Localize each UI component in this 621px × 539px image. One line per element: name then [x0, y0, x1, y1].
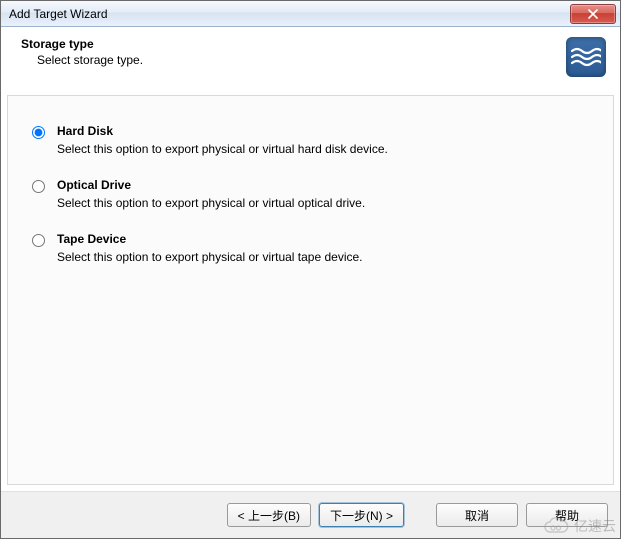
option-text: Tape Device Select this option to export…	[57, 232, 589, 264]
wizard-header: Storage type Select storage type.	[1, 27, 620, 89]
waves-icon	[571, 46, 601, 68]
header-subtitle: Select storage type.	[21, 53, 566, 67]
next-button[interactable]: 下一步(N) >	[319, 503, 404, 527]
option-optical-drive[interactable]: Optical Drive Select this option to expo…	[32, 178, 589, 210]
button-row: < 上一步(B) 下一步(N) > 取消 帮助	[1, 491, 620, 538]
option-title: Optical Drive	[57, 178, 589, 192]
product-logo	[566, 37, 606, 77]
option-tape-device[interactable]: Tape Device Select this option to export…	[32, 232, 589, 264]
titlebar: Add Target Wizard	[1, 1, 620, 27]
option-desc: Select this option to export physical or…	[57, 196, 589, 210]
close-button[interactable]	[570, 4, 616, 24]
wizard-window: Add Target Wizard Storage type Select st…	[0, 0, 621, 539]
option-text: Hard Disk Select this option to export p…	[57, 124, 589, 156]
option-hard-disk[interactable]: Hard Disk Select this option to export p…	[32, 124, 589, 156]
close-icon	[588, 9, 598, 19]
cancel-button[interactable]: 取消	[436, 503, 518, 527]
radio-optical-drive[interactable]	[32, 180, 45, 193]
option-desc: Select this option to export physical or…	[57, 142, 589, 156]
header-text: Storage type Select storage type.	[21, 37, 566, 67]
radio-tape-device[interactable]	[32, 234, 45, 247]
option-title: Tape Device	[57, 232, 589, 246]
radio-hard-disk[interactable]	[32, 126, 45, 139]
option-desc: Select this option to export physical or…	[57, 250, 589, 264]
option-text: Optical Drive Select this option to expo…	[57, 178, 589, 210]
option-title: Hard Disk	[57, 124, 589, 138]
wizard-content: Hard Disk Select this option to export p…	[7, 95, 614, 485]
back-button[interactable]: < 上一步(B)	[227, 503, 311, 527]
window-title: Add Target Wizard	[9, 7, 570, 21]
header-title: Storage type	[21, 37, 566, 51]
help-button[interactable]: 帮助	[526, 503, 608, 527]
